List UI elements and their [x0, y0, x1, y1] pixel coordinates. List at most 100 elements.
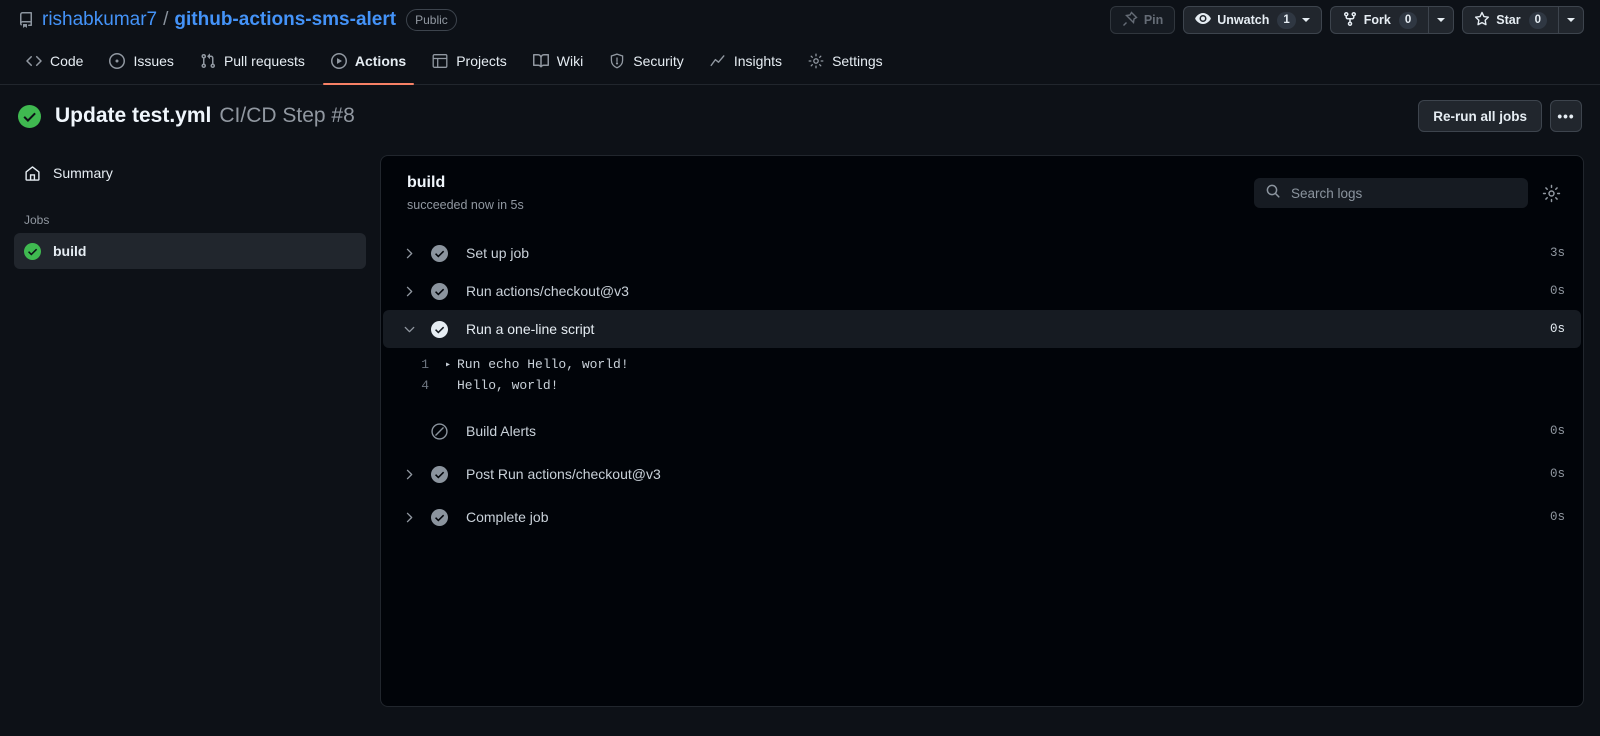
- tab-wiki-label: Wiki: [556, 52, 584, 69]
- chevron-right-icon: [401, 468, 417, 481]
- tab-security-label: Security: [633, 52, 684, 69]
- fork-count: 0: [1398, 11, 1418, 29]
- breadcrumb-separator: /: [163, 9, 169, 30]
- repository-header: rishabkumar7 / github-actions-sms-alert …: [0, 0, 1600, 40]
- star-dropdown-button[interactable]: [1558, 6, 1584, 34]
- unwatch-button[interactable]: Unwatch 1: [1183, 6, 1322, 34]
- pin-button[interactable]: Pin: [1109, 6, 1176, 34]
- github-actions-run-page: rishabkumar7 / github-actions-sms-alert …: [0, 0, 1600, 736]
- fork-dropdown-button[interactable]: [1428, 6, 1455, 34]
- step-label: Build Alerts: [466, 423, 537, 439]
- sidebar-item-summary[interactable]: Summary: [14, 155, 366, 191]
- tab-code[interactable]: Code: [18, 46, 91, 84]
- job-name: build: [407, 174, 446, 191]
- skipped-circle-icon: [431, 422, 448, 440]
- workflow-name: CI/CD Step #8: [219, 104, 355, 127]
- issue-opened-icon: [109, 52, 126, 69]
- job-status-text: succeeded now in 5s: [407, 198, 524, 212]
- gear-icon[interactable]: [1538, 180, 1565, 207]
- step-row[interactable]: Set up job 3s: [383, 234, 1581, 272]
- star-button[interactable]: Star 0: [1462, 6, 1558, 34]
- chevron-down-icon: [401, 323, 417, 336]
- step-label: Post Run actions/checkout@v3: [466, 466, 661, 482]
- search-logs-input[interactable]: [1289, 184, 1517, 202]
- step-duration: 0s: [1549, 510, 1565, 524]
- repo-icon: [18, 12, 34, 28]
- fork-button-group: Fork 0: [1329, 6, 1455, 34]
- search-icon: [1265, 183, 1281, 204]
- header-action-buttons: Pin Unwatch 1 Fork 0 Star 0: [1109, 6, 1584, 34]
- step-row[interactable]: Post Run actions/checkout@v3 0s: [383, 455, 1581, 493]
- fork-label: Fork: [1363, 13, 1391, 27]
- repo-owner-link[interactable]: rishabkumar7: [42, 9, 157, 31]
- check-circle-icon: [431, 320, 448, 338]
- step-duration: 0s: [1549, 322, 1565, 336]
- pin-label: Pin: [1143, 13, 1164, 27]
- fork-button[interactable]: Fork 0: [1329, 6, 1429, 34]
- tab-security[interactable]: Security: [601, 46, 692, 84]
- check-circle-fill-icon: [18, 104, 41, 128]
- step-label: Complete job: [466, 509, 549, 525]
- check-circle-icon: [431, 244, 448, 262]
- repository-breadcrumb: rishabkumar7 / github-actions-sms-alert: [42, 9, 396, 31]
- home-icon: [24, 165, 41, 182]
- tab-issues-label: Issues: [133, 52, 174, 69]
- search-logs-box[interactable]: [1254, 178, 1528, 208]
- log-line-text: Hello, world!: [457, 378, 559, 393]
- book-icon: [532, 53, 549, 69]
- fork-icon: [1342, 11, 1358, 30]
- shield-icon: [609, 52, 625, 69]
- step-row[interactable]: Build Alerts 0s: [383, 412, 1581, 450]
- run-action-buttons: Re-run all jobs •••: [1418, 100, 1582, 132]
- step-label: Run actions/checkout@v3: [466, 283, 629, 299]
- tab-actions[interactable]: Actions: [322, 46, 415, 85]
- step-row[interactable]: Run actions/checkout@v3 0s: [383, 272, 1581, 310]
- star-button-group: Star 0: [1462, 6, 1584, 34]
- graph-icon: [710, 53, 726, 69]
- tab-settings[interactable]: Settings: [800, 46, 891, 84]
- check-circle-fill-icon: [24, 242, 41, 260]
- tab-projects[interactable]: Projects: [424, 46, 515, 84]
- sidebar-summary-label: Summary: [53, 165, 113, 181]
- chevron-down-icon[interactable]: [1301, 18, 1310, 22]
- job-logs-tools: [1254, 174, 1565, 208]
- tab-projects-label: Projects: [456, 52, 507, 69]
- job-logs-panel: build succeeded now in 5s Search logs Se…: [380, 155, 1584, 707]
- chevron-down-icon: [1437, 18, 1446, 22]
- check-circle-icon: [431, 465, 448, 483]
- star-icon: [1474, 11, 1490, 30]
- step-duration: 0s: [1549, 284, 1565, 298]
- step-label: Run a one-line script: [466, 321, 595, 337]
- log-line-number: 1: [421, 357, 429, 372]
- step-duration: 3s: [1549, 246, 1565, 260]
- log-expand-triangle-icon[interactable]: ▸: [445, 359, 457, 371]
- play-icon: [330, 52, 347, 69]
- step-row[interactable]: Complete job 0s: [383, 498, 1581, 536]
- run-sidebar: Summary Jobs build: [0, 147, 380, 707]
- job-steps-list: Set up job 3s Run actions/checkout@v3 0s…: [381, 228, 1583, 536]
- rerun-all-jobs-button[interactable]: Re-run all jobs: [1418, 100, 1542, 132]
- repo-name-link[interactable]: github-actions-sms-alert: [174, 9, 396, 31]
- tab-issues[interactable]: Issues: [101, 46, 181, 84]
- step-log-output: 1 ▸ Run echo Hello, world! 4 Hello, worl…: [381, 348, 1583, 406]
- pin-icon: [1122, 10, 1138, 30]
- tab-insights-label: Insights: [733, 52, 783, 69]
- tab-code-label: Code: [50, 52, 84, 69]
- chevron-right-icon: [401, 511, 417, 524]
- sidebar-item-job-build[interactable]: build: [14, 233, 366, 269]
- check-circle-icon: [431, 282, 448, 300]
- star-label: Star: [1496, 13, 1521, 27]
- step-duration: 0s: [1549, 424, 1565, 438]
- step-row-expanded[interactable]: Run a one-line script 0s: [383, 310, 1581, 348]
- tab-pull-requests[interactable]: Pull requests: [192, 46, 313, 84]
- tab-actions-label: Actions: [354, 52, 407, 69]
- more-options-button[interactable]: •••: [1550, 100, 1582, 132]
- table-icon: [432, 53, 448, 69]
- tab-insights[interactable]: Insights: [702, 46, 790, 84]
- watch-count: 1: [1277, 11, 1296, 29]
- step-duration: 0s: [1549, 467, 1565, 481]
- page-title: Update test.yml: [55, 104, 212, 127]
- tab-pull-requests-label: Pull requests: [223, 52, 305, 69]
- tab-wiki[interactable]: Wiki: [525, 46, 591, 84]
- sidebar-jobs-heading: Jobs: [24, 213, 50, 227]
